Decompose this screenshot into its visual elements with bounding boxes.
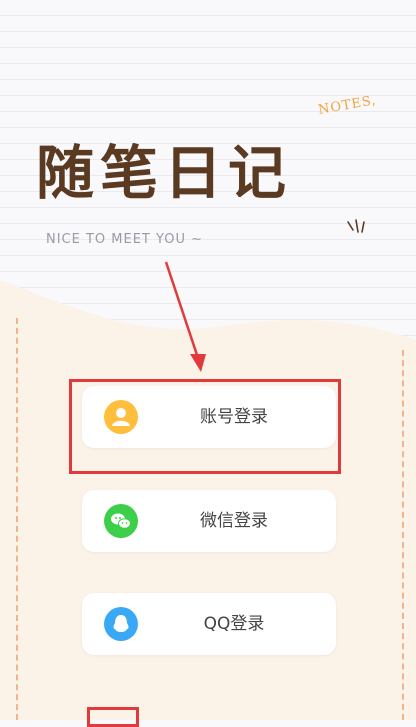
doodle-lines-icon [347, 219, 365, 233]
qq-login-label: QQ登录 [203, 614, 265, 634]
decorative-dashed-line-right [402, 350, 404, 720]
qq-login-button[interactable]: QQ登录 [82, 593, 336, 655]
app-subtitle: NICE TO MEET YOU ~ [46, 232, 204, 247]
qq-icon [104, 607, 138, 641]
notes-tag: NOTES, [317, 93, 378, 118]
wechat-icon [104, 504, 138, 538]
app-title: 随笔日记 [36, 139, 293, 207]
annotation-arrow-icon [164, 261, 206, 372]
highlight-box-bottom [87, 707, 139, 727]
decorative-dashed-line-left [16, 318, 18, 720]
highlight-box [69, 379, 341, 474]
wechat-login-button[interactable]: 微信登录 [82, 490, 336, 552]
wechat-login-label: 微信登录 [200, 511, 268, 531]
